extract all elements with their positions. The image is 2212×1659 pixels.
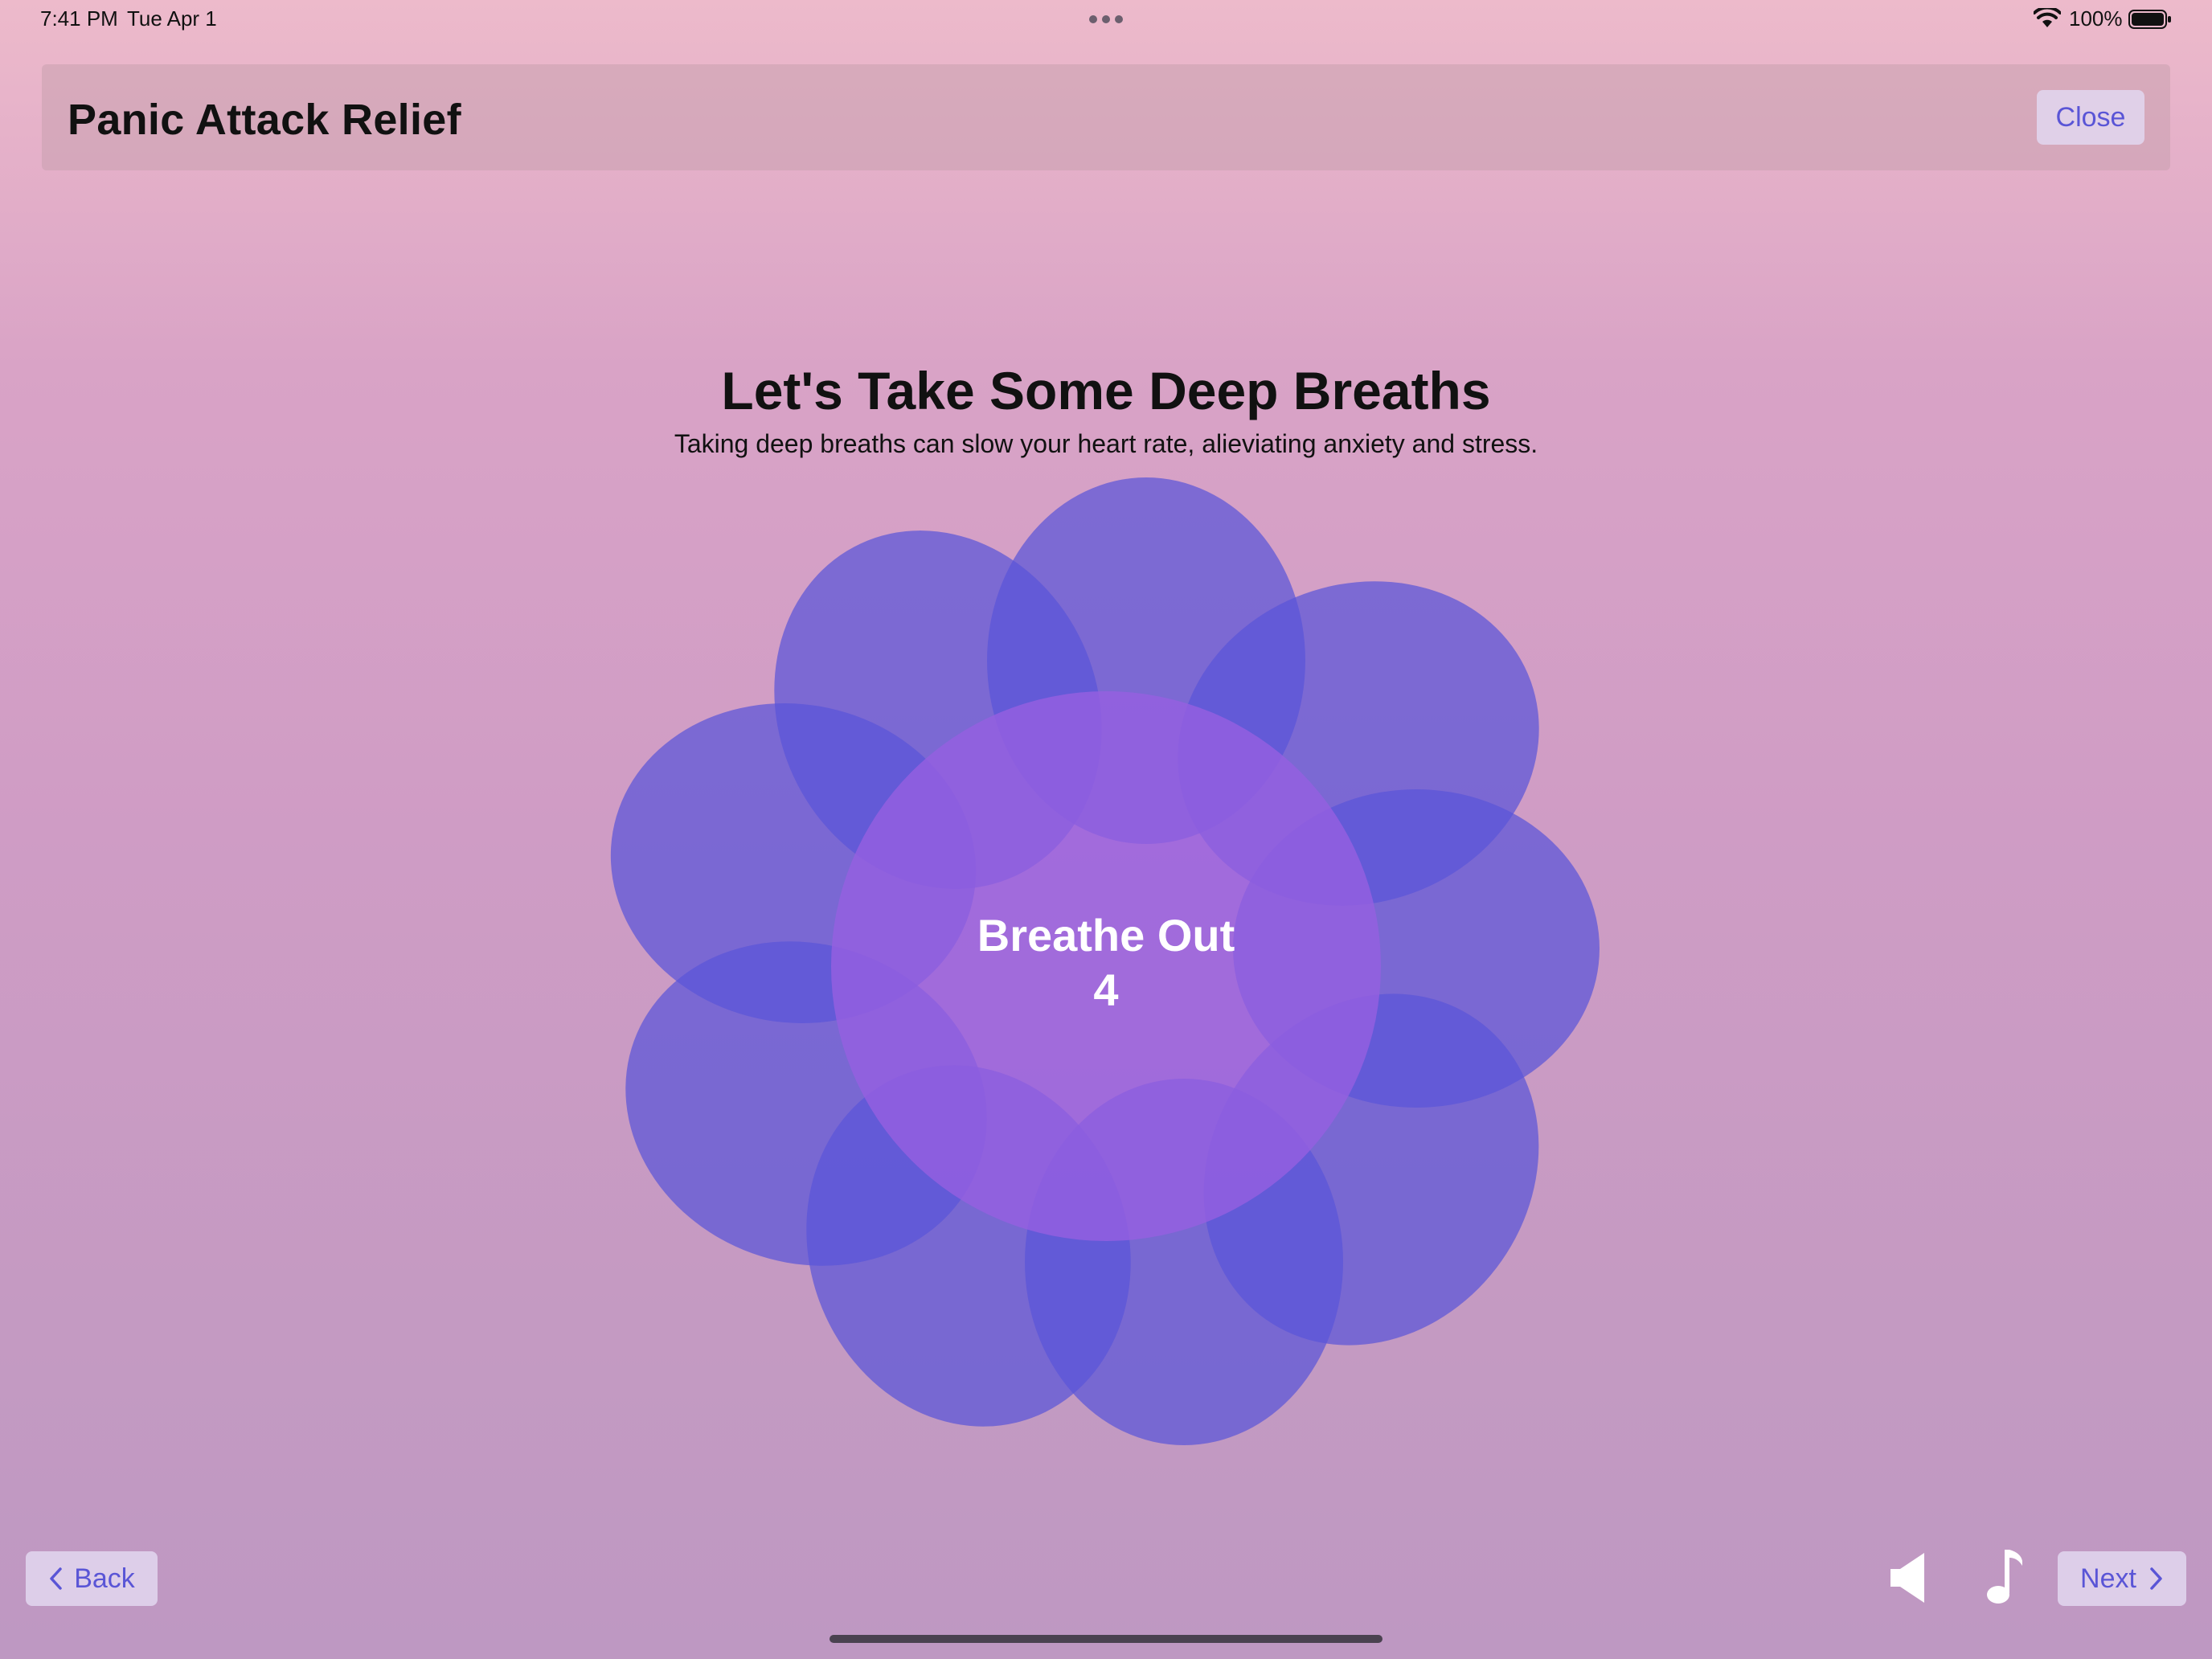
page-title: Panic Attack Relief (68, 96, 461, 144)
breath-count: 4 (1093, 965, 1119, 1015)
breathing-petal (806, 1065, 1131, 1427)
multitasking-dots-icon[interactable] (1087, 11, 1125, 27)
breathing-petal (1178, 581, 1539, 906)
chevron-left-icon (50, 1567, 62, 1590)
speaker-icon[interactable] (1887, 1550, 1929, 1606)
back-button[interactable]: Back (26, 1551, 158, 1606)
status-time: 7:41 PM (40, 6, 118, 31)
breathing-petal (1025, 1079, 1343, 1445)
battery-full-icon (2128, 10, 2171, 29)
breath-indicator: Breathe Out 4 (865, 908, 1347, 1018)
close-button[interactable]: Close (2037, 90, 2144, 145)
next-button[interactable]: Next (2058, 1551, 2186, 1606)
back-label: Back (74, 1563, 135, 1594)
breathing-petal (774, 530, 1102, 889)
music-note-icon[interactable] (1981, 1546, 2024, 1608)
breath-phase: Breathe Out (977, 910, 1235, 961)
home-indicator[interactable] (830, 1635, 1382, 1643)
next-label: Next (2080, 1563, 2136, 1594)
status-bar: 7:41 PM Tue Apr 1 100% (0, 0, 2212, 40)
chevron-right-icon (2150, 1567, 2162, 1590)
breathing-petal (987, 477, 1305, 844)
battery-percent: 100% (2069, 6, 2123, 31)
exercise-heading: Let's Take Some Deep Breaths (721, 361, 1491, 420)
status-date: Tue Apr 1 (127, 6, 217, 31)
wifi-icon (2034, 8, 2061, 27)
breathing-flower (610, 477, 1600, 1445)
exercise-description: Taking deep breaths can slow your heart … (674, 429, 1538, 458)
nav-bar: Panic Attack Relief Close (42, 64, 2170, 170)
